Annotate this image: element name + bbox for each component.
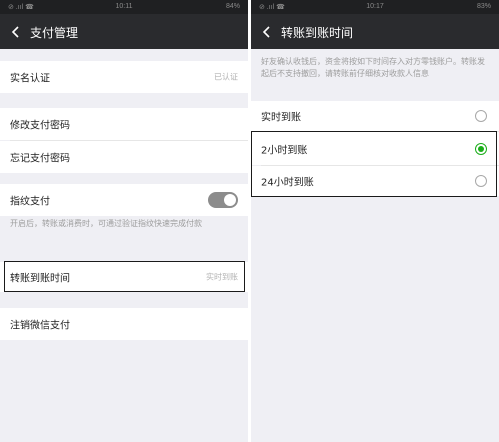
row-label: 实名认证 (10, 73, 50, 85)
transfer-arrival-time-screen: ⊘ .ııl ☎ 10:17 83% 转账到账时间 好友确认收钱后，资金将按如下… (251, 0, 499, 442)
option-label: 实时到账 (261, 112, 301, 124)
radio-unchecked-icon (475, 175, 487, 187)
option-instant[interactable]: 实时到账 (251, 101, 499, 131)
back-arrow-icon[interactable] (11, 26, 21, 38)
row-cancel-wechat-pay[interactable]: 注销微信支付 (0, 308, 248, 340)
option-24-hours[interactable]: 24小时到账 (251, 166, 499, 196)
page-title: 转账到账时间 (281, 26, 354, 40)
radio-checked-icon (475, 142, 487, 155)
nav-bar: 转账到账时间 (251, 14, 499, 49)
arrival-time-description: 好友确认收钱后，资金将按如下时间存入对方零钱账户。转账发起后不支持撤回，请转账前… (261, 57, 485, 78)
row-real-name-verification[interactable]: 实名认证 已认证 (0, 61, 248, 93)
status-bar: ⊘ .ııl ☎ 10:11 84% (0, 0, 248, 14)
back-arrow-icon[interactable] (262, 26, 272, 38)
battery-level: 84% (225, 3, 240, 10)
fingerprint-toggle[interactable] (208, 192, 238, 208)
row-value: 实时到账 (206, 272, 238, 282)
row-transfer-arrival-time[interactable]: 转账到账时间 实时到账 (0, 262, 248, 292)
option-label: 24小时到账 (261, 177, 314, 189)
row-label: 修改支付密码 (10, 120, 70, 132)
toggle-knob (224, 194, 236, 206)
fingerprint-hint: 开启后，转账或消费时，可通过验证指纹快速完成付款 (10, 219, 202, 228)
row-label: 转账到账时间 (10, 273, 70, 285)
row-value: 已认证 (214, 72, 238, 82)
row-label: 忘记支付密码 (10, 153, 70, 165)
option-label: 2小时到账 (261, 145, 308, 156)
row-fingerprint-pay: 指纹支付 (0, 184, 248, 216)
row-label: 指纹支付 (10, 196, 50, 208)
status-bar: ⊘ .ııl ☎ 10:17 83% (251, 0, 499, 14)
radio-unchecked-icon (475, 110, 487, 122)
option-2-hours[interactable]: 2小时到账 (251, 132, 499, 165)
row-label: 注销微信支付 (10, 320, 70, 332)
battery-level: 83% (476, 3, 491, 10)
status-time: 10:11 (115, 3, 133, 10)
row-forgot-pay-password[interactable]: 忘记支付密码 (0, 141, 248, 173)
status-time: 10:17 (366, 3, 384, 10)
row-change-pay-password[interactable]: 修改支付密码 (0, 108, 248, 140)
payment-management-screen: ⊘ .ııl ☎ 10:11 84% 支付管理 实名认证 已认证 修改支付密码 … (0, 0, 248, 442)
nav-bar: 支付管理 (0, 14, 248, 49)
page-title: 支付管理 (30, 26, 79, 40)
